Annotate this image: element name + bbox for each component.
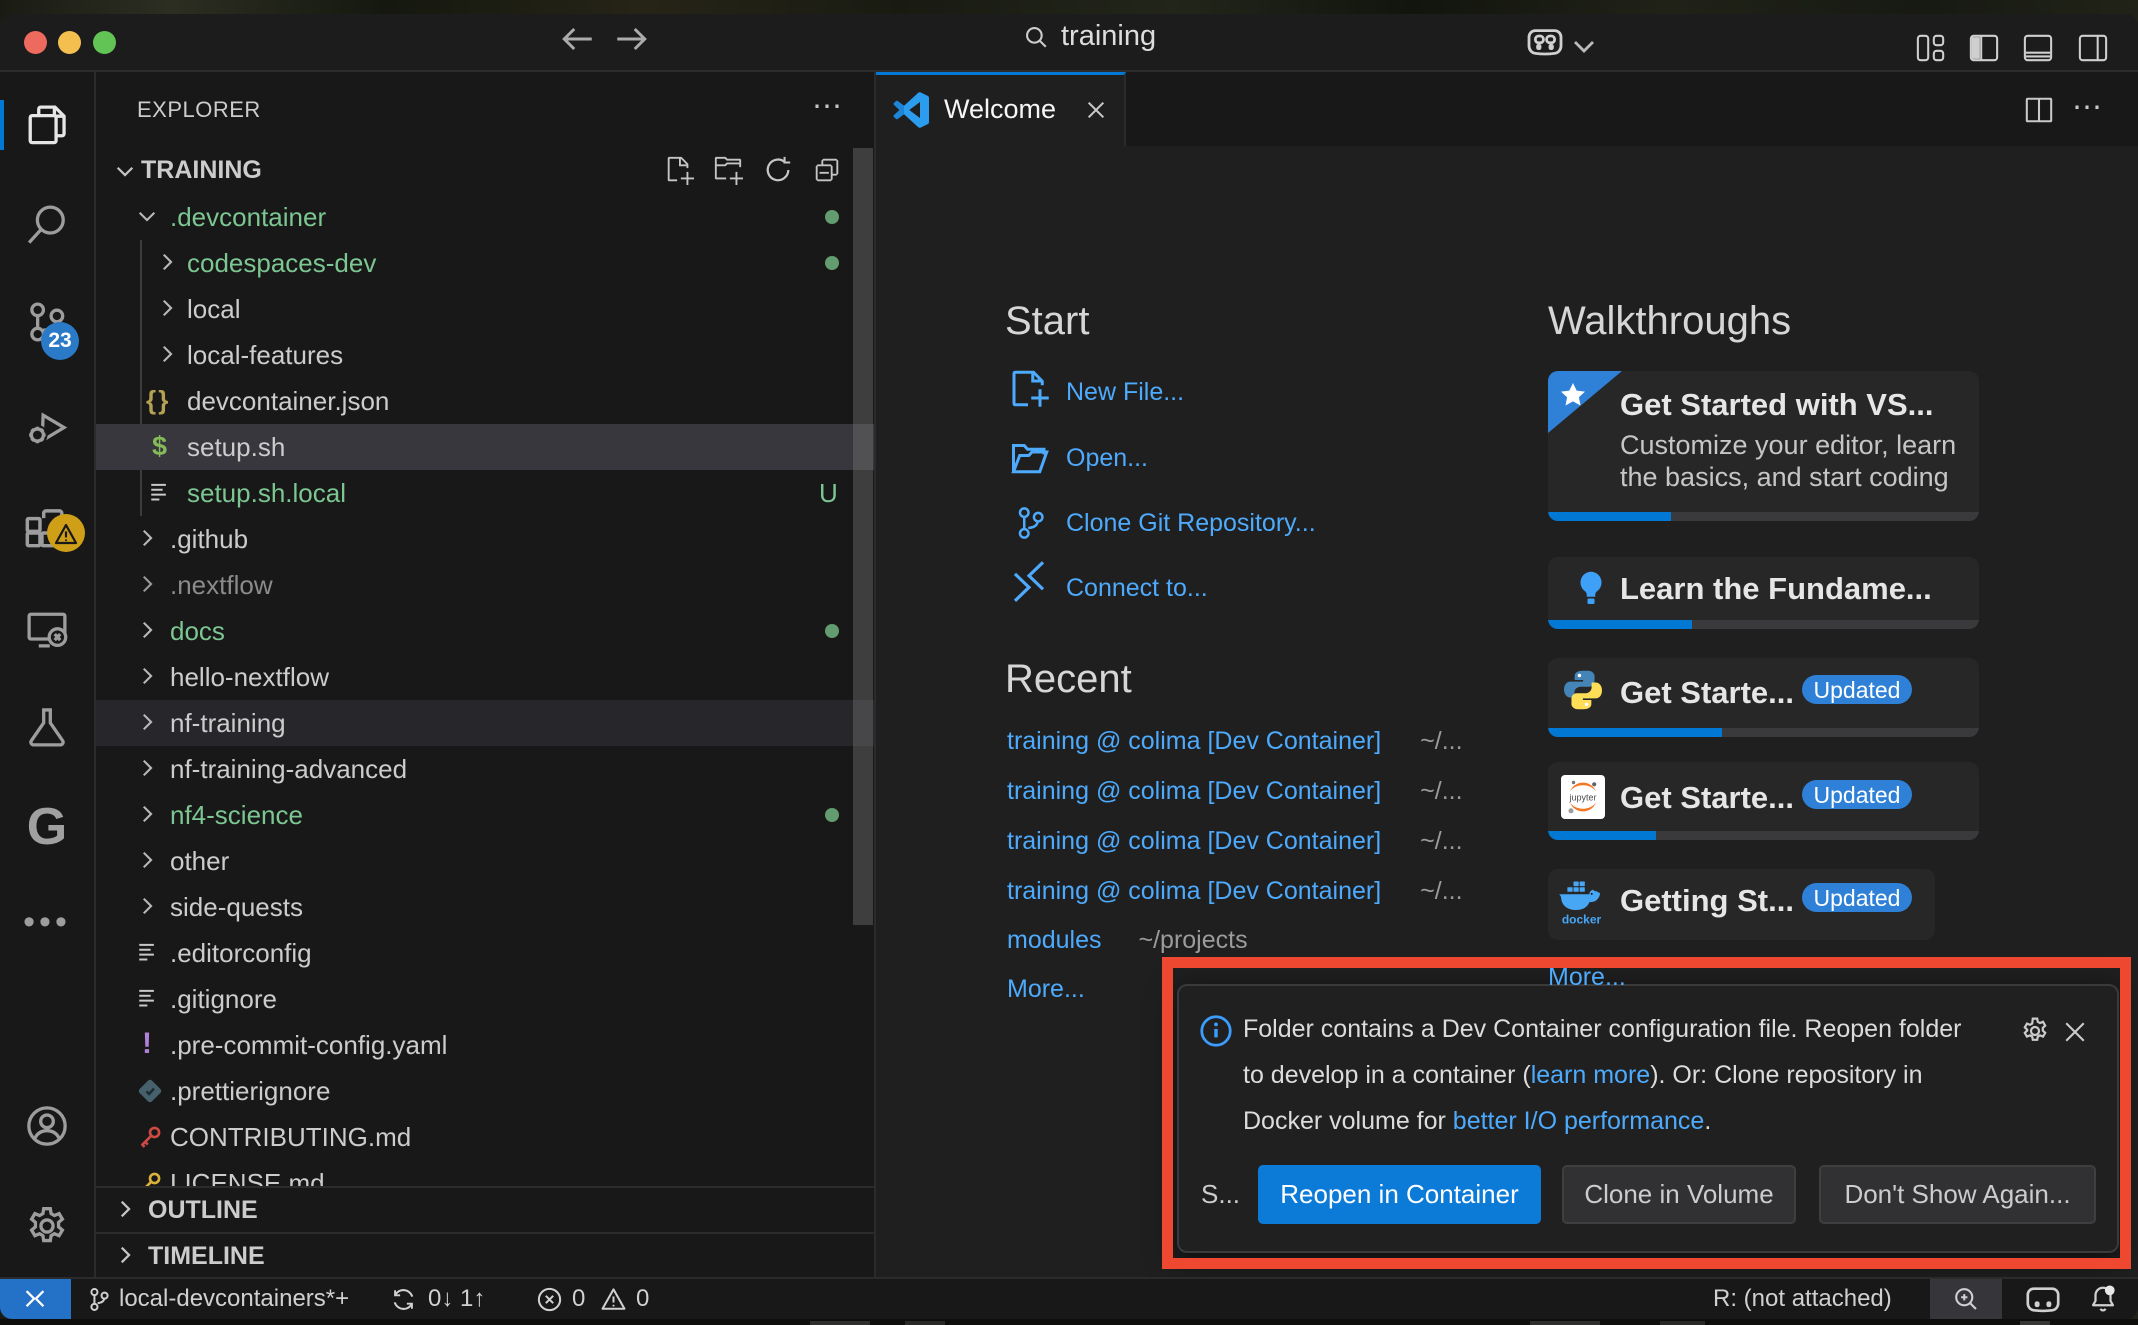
svg-text:jupyter: jupyter xyxy=(1568,793,1596,803)
svg-text:docker: docker xyxy=(1562,913,1602,927)
